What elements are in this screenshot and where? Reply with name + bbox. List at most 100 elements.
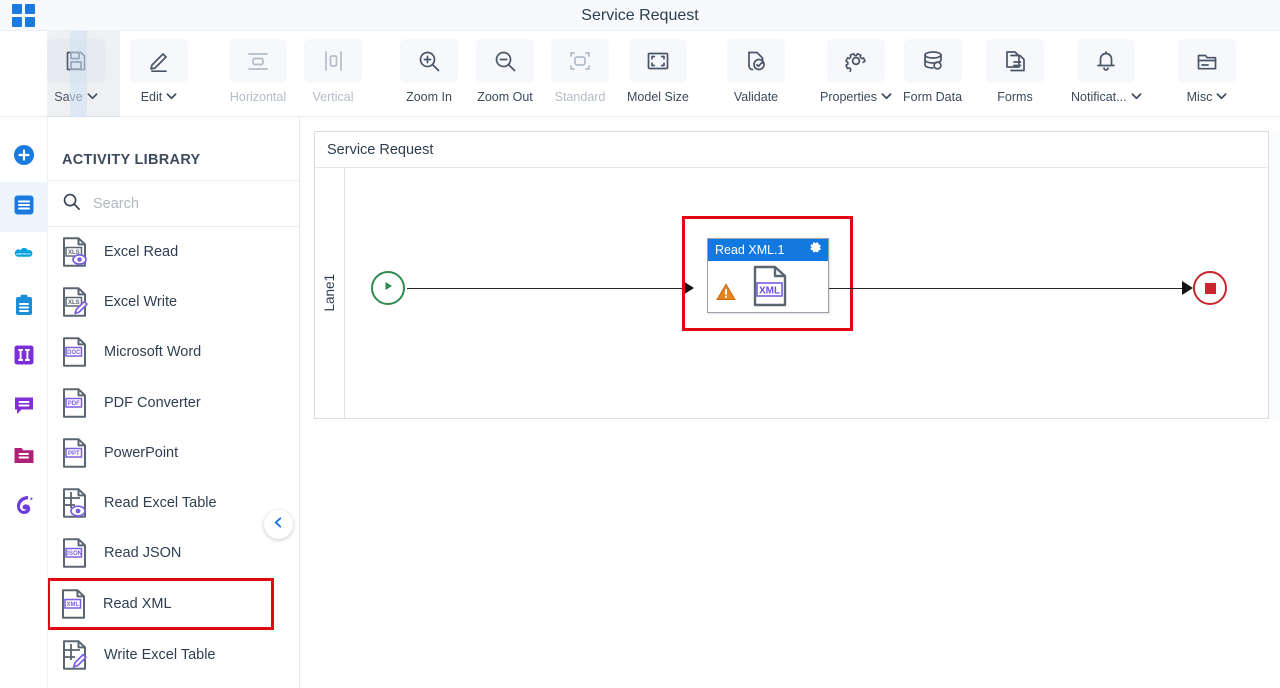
toolbar-zoomin-button[interactable]: Zoom In xyxy=(400,39,458,113)
activity-item-label: Microsoft Word xyxy=(104,344,202,361)
rail-item-activities[interactable] xyxy=(0,182,48,232)
swirl-logo-icon xyxy=(12,493,36,522)
chat-bubble-icon xyxy=(12,393,36,422)
search-input[interactable] xyxy=(91,194,261,213)
floppy-disk-icon xyxy=(47,39,105,83)
canvas-vertical-scrollbar[interactable] xyxy=(1269,131,1280,419)
toolbar-properties-button[interactable]: Properties xyxy=(820,39,892,113)
svg-text:DOC: DOC xyxy=(67,350,81,356)
toolbar-forms-button[interactable]: Forms xyxy=(986,39,1044,113)
toolbar-validate-text: Validate xyxy=(733,90,779,104)
folder-icon xyxy=(12,443,36,472)
toolbar-save-button[interactable]: Save xyxy=(47,39,105,113)
chevron-down-icon xyxy=(1131,92,1142,103)
toolbar-save-label: Save xyxy=(54,90,98,104)
left-rail: salesforce xyxy=(0,117,48,688)
library-search-row[interactable] xyxy=(48,181,300,227)
toolbar-validate-button[interactable]: Validate xyxy=(727,39,785,113)
svg-text:PDF: PDF xyxy=(68,401,80,407)
toolbar-edit-label: Edit xyxy=(141,90,178,104)
activity-item-excel-write[interactable]: XLS Excel Write xyxy=(48,277,300,327)
toolbar-horizontal-button[interactable]: Horizontal xyxy=(229,39,287,113)
list-square-icon xyxy=(12,193,36,222)
stop-square-icon xyxy=(1204,282,1216,294)
pool-body: Lane1 Read XML.1 XML xyxy=(315,168,1268,418)
rail-item-branding[interactable] xyxy=(0,482,48,532)
flow-arrow-2 xyxy=(1182,281,1193,295)
svg-text:XLS: XLS xyxy=(68,300,80,306)
toolbar-formdata-label: Form Data xyxy=(903,90,962,104)
xml-file-icon: XML xyxy=(751,265,789,312)
toolbar-formdata-button[interactable]: Form Data xyxy=(903,39,962,113)
plus-circle-icon xyxy=(12,143,36,172)
activity-item-write-excel-table[interactable]: Write Excel Table xyxy=(48,630,300,680)
magnifier-plus-icon xyxy=(400,39,458,83)
toolbar-vertical-button[interactable]: Vertical xyxy=(304,39,362,113)
activity-item-label: PowerPoint xyxy=(104,444,179,461)
toolbar-zoomout-button[interactable]: Zoom Out xyxy=(476,39,534,113)
toolbar-standard-button[interactable]: Standard xyxy=(551,39,609,113)
svg-text:salesforce: salesforce xyxy=(16,252,31,256)
xls-edit-file-icon: XLS xyxy=(60,286,90,318)
rail-item-salesforce[interactable]: salesforce xyxy=(0,232,48,282)
search-icon xyxy=(62,192,81,216)
activity-item-excel-read[interactable]: XLS Excel Read xyxy=(48,227,300,277)
rail-item-folder[interactable] xyxy=(0,432,48,482)
activity-item-label: Write Excel Table xyxy=(104,647,216,664)
toolbar-notificat-label: Notificat... xyxy=(1071,90,1142,104)
svg-text:XML: XML xyxy=(66,602,79,608)
activity-list[interactable]: XLS Excel Read XLS Excel Write DOC Microsoft … xyxy=(48,227,300,688)
magnifier-minus-icon xyxy=(476,39,534,83)
standard-size-icon xyxy=(551,39,609,83)
toolbar-save-text: Save xyxy=(54,90,83,104)
task-header: Read XML.1 xyxy=(708,239,828,261)
chevron-down-icon xyxy=(1216,92,1227,103)
lane-body[interactable]: Read XML.1 XML xyxy=(345,168,1268,418)
task-body: XML xyxy=(708,261,828,313)
copy-document-icon xyxy=(986,39,1044,83)
toolbar-validate-label: Validate xyxy=(734,90,778,104)
activity-item-pdf-converter[interactable]: PDF PDF Converter xyxy=(48,378,300,428)
rail-item-clipboard[interactable] xyxy=(0,282,48,332)
end-event[interactable] xyxy=(1193,271,1227,305)
gear-icon xyxy=(826,39,885,83)
process-pool: Service Request Lane1 Read XML.1 XML xyxy=(314,131,1269,419)
activity-item-read-json[interactable]: JSON Read JSON xyxy=(48,528,300,578)
activity-item-label: Read Excel Table xyxy=(104,495,217,512)
rail-item-add[interactable] xyxy=(0,132,48,182)
toolbar-vertical-text: Vertical xyxy=(312,90,354,104)
rail-item-messages[interactable] xyxy=(0,382,48,432)
toolbar-zoomin-label: Zoom In xyxy=(406,90,452,104)
toolbar-modelsize-label: Model Size xyxy=(627,90,689,104)
toolbar-misc-button[interactable]: Misc xyxy=(1178,39,1236,113)
folder-misc-icon xyxy=(1178,39,1236,83)
chevron-down-icon xyxy=(881,92,892,103)
activity-item-label: Read XML xyxy=(103,596,172,613)
activity-item-read-excel-table[interactable]: Read Excel Table xyxy=(48,478,300,528)
chevron-down-icon xyxy=(87,92,98,103)
toolbar-zoomout-text: Zoom Out xyxy=(477,90,533,104)
activity-item-label: Read JSON xyxy=(104,545,182,562)
toolbar-zoomin-text: Zoom In xyxy=(406,90,452,104)
task-title: Read XML.1 xyxy=(715,243,785,257)
toolbar-modelsize-button[interactable]: Model Size xyxy=(627,39,689,113)
toolbar-edit-button[interactable]: Edit xyxy=(130,39,188,113)
gear-icon[interactable] xyxy=(809,241,822,259)
toolbar-standard-text: Standard xyxy=(554,90,606,104)
activity-library-panel: ACTIVITY LIBRARY XLS Excel Read XLS Excel W… xyxy=(48,117,300,688)
collapse-panel-button[interactable] xyxy=(264,510,293,539)
activity-item-microsoft-word[interactable]: DOC Microsoft Word xyxy=(48,327,300,377)
activity-item-read-xml[interactable]: XML Read XML xyxy=(48,578,274,631)
toolbar-forms-label: Forms xyxy=(997,90,1032,104)
toolbar-horizontal-text: Horizontal xyxy=(229,90,287,104)
activity-item-powerpoint[interactable]: PPT PowerPoint xyxy=(48,428,300,478)
chevron-left-icon xyxy=(272,516,285,534)
start-event[interactable] xyxy=(371,271,405,305)
toolbar-standard-label: Standard xyxy=(555,90,606,104)
toolbar-notificat-button[interactable]: Notificat... xyxy=(1071,39,1142,113)
lane-header: Lane1 xyxy=(315,168,345,418)
task-read-xml[interactable]: Read XML.1 XML xyxy=(707,238,829,313)
clipboard-icon xyxy=(12,293,36,322)
rail-item-columns[interactable] xyxy=(0,332,48,382)
canvas-workarea[interactable]: Service Request Lane1 Read XML.1 XML xyxy=(300,117,1280,688)
